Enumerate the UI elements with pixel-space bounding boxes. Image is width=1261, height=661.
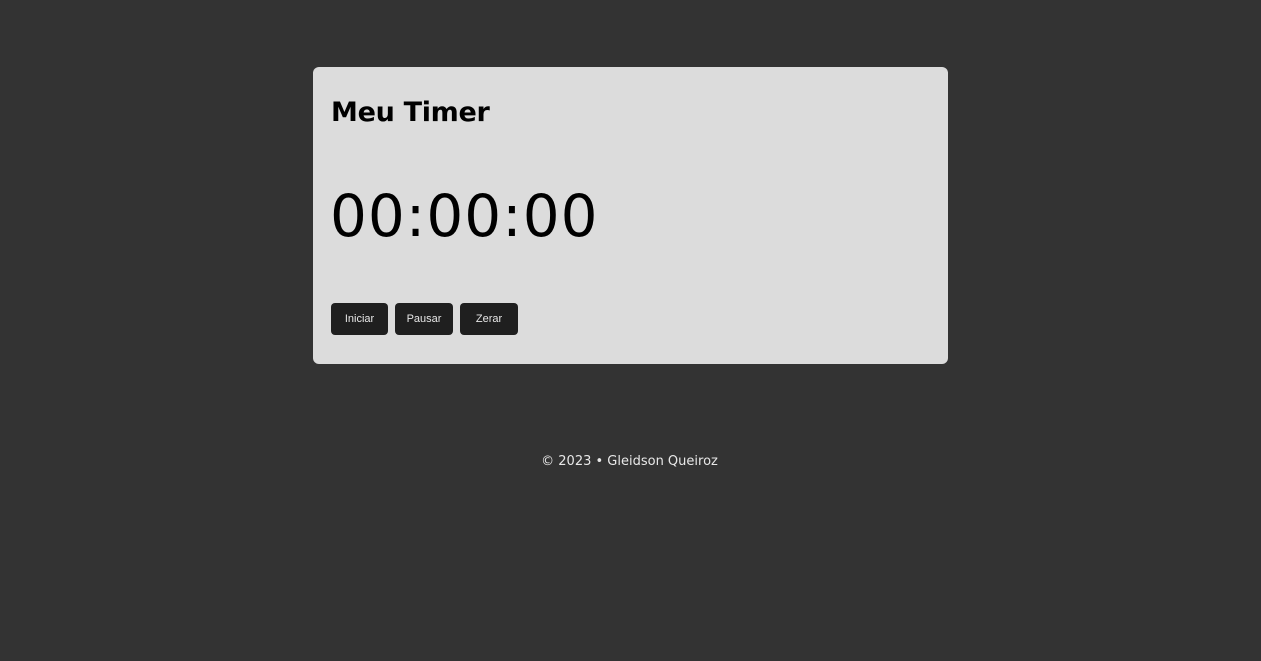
page-footer: © 2023 • Gleidson Queiroz <box>541 454 718 469</box>
reset-button[interactable]: Zerar <box>460 303 518 335</box>
pause-button[interactable]: Pausar <box>395 303 453 335</box>
start-button[interactable]: Iniciar <box>331 303 388 335</box>
timer-controls: Iniciar Pausar Zerar <box>331 303 518 335</box>
timer-title: Meu Timer <box>331 97 490 128</box>
timer-display: 00:00:00 <box>330 182 599 250</box>
timer-card: Meu Timer 00:00:00 Iniciar Pausar Zerar <box>313 67 948 364</box>
